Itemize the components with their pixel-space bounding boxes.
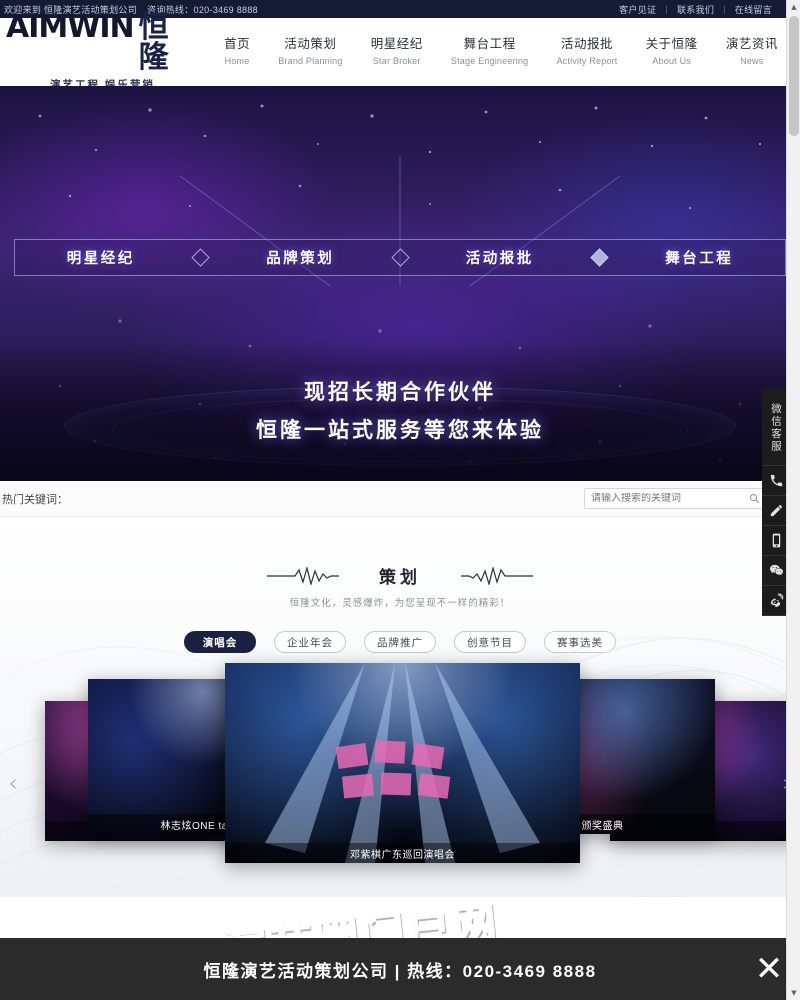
bottom-contact-bar: 恒隆演艺活动策划公司 | 热线：020-3469 8888 ✕ <box>0 938 800 1000</box>
topbar-separator-1: | <box>665 4 668 14</box>
topbar-links: 客户见证 | 联系我们 | 在线留言 <box>619 3 772 16</box>
nav-label-en: Stage Engineering <box>450 56 529 67</box>
logo-text-cn: 恒隆 <box>138 9 170 75</box>
topbar-link-testimonials[interactable]: 客户见证 <box>619 3 656 16</box>
nav-label-en: Home <box>224 56 250 67</box>
diamond-icon <box>390 248 410 267</box>
mobile-glyph <box>772 533 780 548</box>
site-logo[interactable]: AIMWIN 恒隆 演艺工程 娱乐营销 <box>0 9 200 92</box>
nav-label-cn: 活动策划 <box>284 37 337 52</box>
nav-label-cn: 关于恒隆 <box>645 37 698 52</box>
tab-creative-program[interactable]: 创意节目 <box>454 631 526 653</box>
site-header: AIMWIN 恒隆 演艺工程 娱乐营销 首页 Home 活动策划 Brand P… <box>0 12 800 91</box>
pencil-glyph <box>770 504 782 517</box>
banner-category-activity-report[interactable]: 活动报批 <box>414 240 586 275</box>
tab-concert[interactable]: 演唱会 <box>184 631 256 653</box>
logo-wordmark: AIMWIN 恒隆 <box>6 9 200 75</box>
nav-item-activity-report[interactable]: 活动报批 Activity Report <box>554 36 619 67</box>
wechat-glyph <box>769 564 783 576</box>
topbar-separator-2: | <box>723 4 726 14</box>
phone-glyph <box>770 474 782 487</box>
search-glyph <box>749 494 759 504</box>
carousel-prev-arrow[interactable]: ‹ <box>0 766 26 800</box>
banner-headline-block: 现招长期合作伙伴 恒隆一站式服务等您来体验 <box>0 376 800 444</box>
section-heading: 策划 恒隆文化，灵感爆炸，为您呈现不一样的精彩！ <box>0 517 800 609</box>
nav-item-brand-planning[interactable]: 活动策划 Brand Planning <box>276 36 344 67</box>
planning-section: 策划 恒隆文化，灵感爆炸，为您呈现不一样的精彩！ 演唱会 企业年会 品牌推广 创… <box>0 517 800 897</box>
category-separator-1 <box>187 240 215 275</box>
nav-label-en: Star Broker <box>372 56 421 67</box>
banner-headline-secondary: 恒隆一站式服务等您来体验 <box>256 419 544 442</box>
diamond-icon <box>191 248 210 267</box>
topbar-link-message[interactable]: 在线留言 <box>735 3 772 16</box>
hero-banner: 明星经纪 品牌策划 活动报批 舞台工程 现招长期合作伙伴 恒隆一站式服务等您来体… <box>0 86 800 481</box>
waveform-right-icon <box>461 566 533 585</box>
nav-item-home[interactable]: 首页 Home <box>222 36 252 67</box>
section-title-row: 策划 <box>0 563 800 588</box>
tab-brand-promotion[interactable]: 品牌推广 <box>364 631 436 653</box>
nav-label-en: Activity Report <box>556 56 618 67</box>
banner-category-star-broker[interactable]: 明星经纪 <box>15 240 187 275</box>
page-root: 欢迎来到 恒隆演艺活动策划公司 咨询热线：020-3469 8888 客户见证 … <box>0 0 800 1000</box>
banner-headline-primary: 现招长期合作伙伴 <box>304 381 496 404</box>
nav-label-cn: 演艺资讯 <box>725 37 778 52</box>
site-search[interactable] <box>584 488 766 509</box>
section-subtitle: 恒隆文化，灵感爆炸，为您呈现不一样的精彩！ <box>289 598 511 609</box>
nav-item-star-broker[interactable]: 明星经纪 Star Broker <box>369 36 425 67</box>
category-separator-2 <box>386 240 414 275</box>
weibo-glyph <box>770 593 783 608</box>
scroll-up-arrow-icon[interactable]: ▲ <box>787 0 800 14</box>
nav-item-news[interactable]: 演艺资讯 News <box>724 36 780 67</box>
category-tabs: 演唱会 企业年会 品牌推广 创意节目 赛事选美 <box>0 631 800 653</box>
scrollbar-thumb[interactable] <box>789 16 799 136</box>
banner-category-strip: 明星经纪 品牌策划 活动报批 舞台工程 <box>14 239 786 276</box>
bottom-bar-text: 恒隆演艺活动策划公司 | 热线：020-3469 8888 <box>203 961 597 981</box>
nav-label-en: About Us <box>652 56 691 67</box>
category-separator-3 <box>586 240 614 275</box>
diamond-icon <box>590 248 609 267</box>
topbar-link-contact[interactable]: 联系我们 <box>677 3 714 16</box>
nav-item-about-us[interactable]: 关于恒隆 About Us <box>644 36 700 67</box>
hot-keyword-bar: 热门关键词： <box>0 481 800 517</box>
nav-label-cn: 舞台工程 <box>463 37 516 52</box>
banner-category-brand-planning[interactable]: 品牌策划 <box>215 240 387 275</box>
nav-label-cn: 活动报批 <box>560 37 613 52</box>
nav-label-cn: 首页 <box>224 37 251 52</box>
search-input[interactable] <box>585 493 743 504</box>
hot-keyword-label: 热门关键词： <box>2 493 68 506</box>
nav-label-en: Brand Planning <box>278 56 343 67</box>
nav-item-stage-engineering[interactable]: 舞台工程 Stage Engineering <box>449 36 530 67</box>
tab-pageant-event[interactable]: 赛事选美 <box>544 631 616 653</box>
scroll-down-arrow-icon[interactable]: ▼ <box>787 986 800 1000</box>
slide-caption: 邓紫棋广东巡回演唱会 <box>225 843 580 863</box>
logo-text-en: AIMWIN <box>6 9 135 45</box>
vertical-scrollbar[interactable]: ▲ ▼ <box>786 0 800 1000</box>
slide-stage-beams <box>265 663 540 863</box>
section-title: 策划 <box>379 568 421 587</box>
case-carousel: ‹ 林志炫ONE take1 颁奖盛典 邓紫棋广东巡回演唱会 <box>0 663 800 886</box>
carousel-slide-active[interactable]: 邓紫棋广东巡回演唱会 <box>225 663 580 863</box>
waveform-left-icon <box>267 566 339 585</box>
tab-corporate-annual[interactable]: 企业年会 <box>274 631 346 653</box>
nav-label-cn: 明星经纪 <box>370 37 423 52</box>
main-navigation: 首页 Home 活动策划 Brand Planning 明星经纪 Star Br… <box>200 36 800 67</box>
banner-category-stage-engineering[interactable]: 舞台工程 <box>614 240 786 275</box>
hot-keyword-left: 热门关键词： <box>2 491 74 507</box>
nav-label-en: News <box>740 56 764 67</box>
